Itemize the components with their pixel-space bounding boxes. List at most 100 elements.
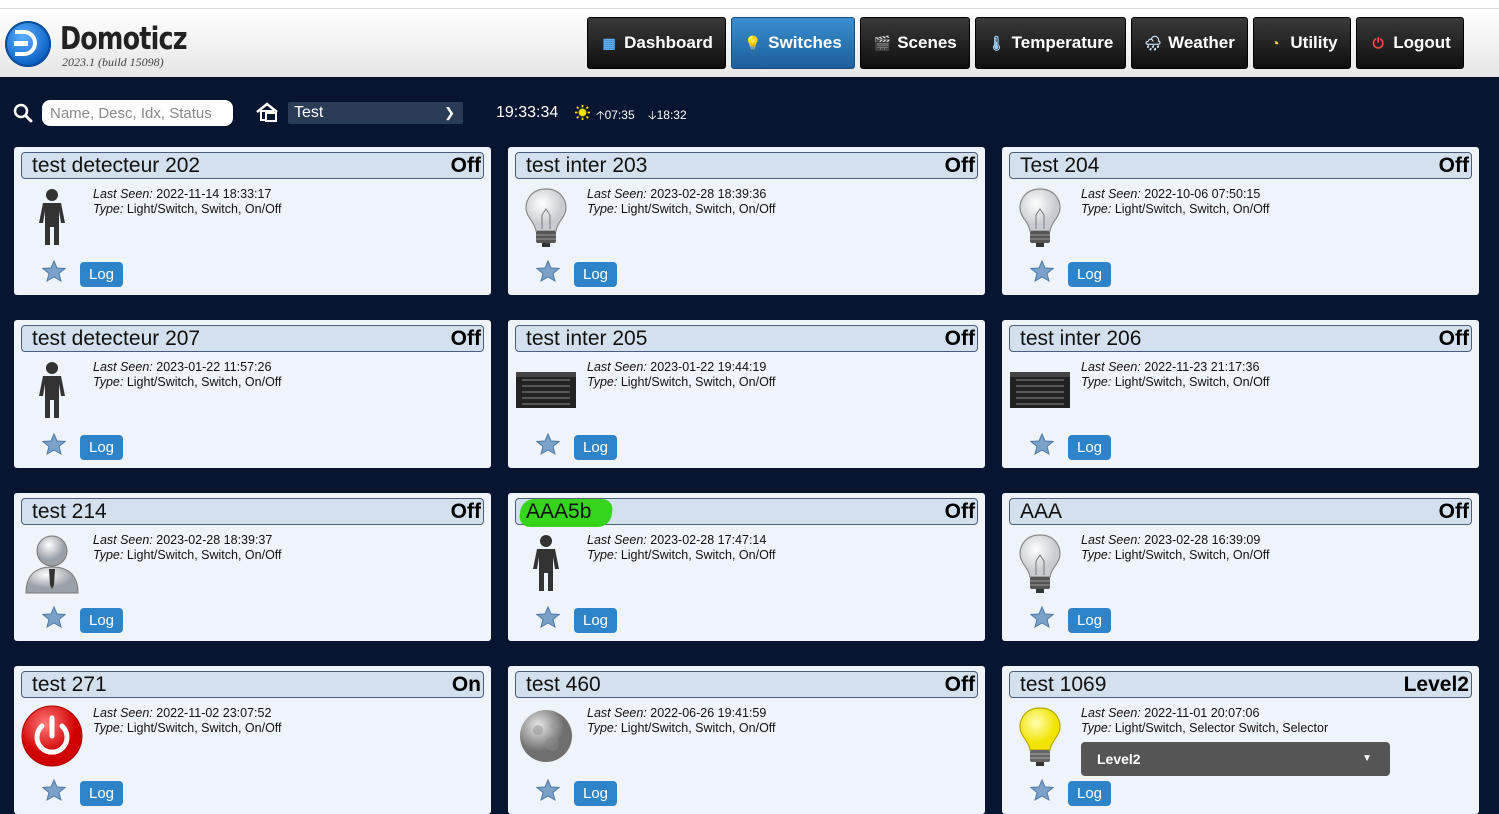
favorite-star-icon[interactable] xyxy=(1029,259,1055,283)
last-seen-label: Last Seen: xyxy=(93,360,153,374)
nav-switches-button[interactable]: 💡 Switches xyxy=(731,17,855,69)
type-value: Light/Switch, Switch, On/Off xyxy=(620,548,776,562)
device-info: Last Seen: 2022-11-23 21:17:36 Type: Ligh… xyxy=(1081,360,1270,390)
favorite-star-icon[interactable] xyxy=(535,259,561,283)
device-card: test 460 Off Last Seen: 2022-06-26 19:41:5… xyxy=(508,666,985,814)
last-seen-label: Last Seen: xyxy=(1081,187,1141,201)
nav-logout-button[interactable]: ⏻ Logout xyxy=(1356,17,1464,69)
favorite-star-icon[interactable] xyxy=(41,778,67,802)
device-name: test 1069 xyxy=(1020,673,1107,696)
log-button[interactable]: Log xyxy=(574,781,617,806)
device-info: Last Seen: 2023-01-22 19:44:19 Type: Ligh… xyxy=(587,360,776,390)
favorite-star-icon[interactable] xyxy=(41,432,67,456)
favorite-star-icon[interactable] xyxy=(41,259,67,283)
log-button[interactable]: Log xyxy=(80,608,123,633)
type-value: Light/Switch, Switch, On/Off xyxy=(620,375,776,389)
device-card: test 214 Off Last Seen: 2023-02-28 18:39:3… xyxy=(14,493,491,641)
shutter-icon[interactable] xyxy=(514,358,578,422)
last-seen-label: Last Seen: xyxy=(587,187,647,201)
type-label: Type: xyxy=(587,202,618,216)
app-name: Domoticz xyxy=(60,21,188,57)
device-name: test inter 205 xyxy=(526,327,648,350)
device-card: test inter 206 Off Last Seen: 2022-11-23 2… xyxy=(1002,320,1479,468)
device-name: AAA5b xyxy=(526,500,592,523)
device-status: Off xyxy=(450,500,481,523)
log-button[interactable]: Log xyxy=(80,262,123,287)
dashboard-icon: ▦ xyxy=(602,35,616,51)
type-value: Light/Switch, Switch, On/Off xyxy=(620,202,776,216)
log-button[interactable]: Log xyxy=(1068,262,1111,287)
room-home-icon[interactable] xyxy=(256,102,278,122)
device-info: Last Seen: 2023-02-28 16:39:09 Type: Ligh… xyxy=(1081,533,1270,563)
device-card: test 1069 Level2 Last Seen: 2022-11-01 20:… xyxy=(1002,666,1479,814)
level-selector[interactable]: Level2 ▼ xyxy=(1081,742,1390,776)
power-icon: ⏻ xyxy=(1372,35,1384,51)
nav-scenes-button[interactable]: 🎬 Scenes xyxy=(860,17,970,69)
favorite-star-icon[interactable] xyxy=(41,605,67,629)
nav-label: Switches xyxy=(768,33,842,52)
device-status: Off xyxy=(944,327,975,350)
favorite-star-icon[interactable] xyxy=(535,432,561,456)
type-value: Light/Switch, Selector Switch, Selector xyxy=(1114,721,1329,735)
last-seen-label: Last Seen: xyxy=(93,533,153,547)
clapperboard-icon: 🎬 xyxy=(873,35,891,51)
device-card: AAA5b Off Last Seen: 2023-02-28 17:47:14 Ty… xyxy=(508,493,985,641)
log-button[interactable]: Log xyxy=(80,435,123,460)
person-icon[interactable] xyxy=(20,358,84,422)
device-status: Off xyxy=(944,154,975,177)
nav-weather-button[interactable]: 🌧 Weather xyxy=(1131,17,1248,69)
device-status: Off xyxy=(1438,154,1469,177)
type-label: Type: xyxy=(1081,375,1112,389)
last-seen-value: 2023-02-28 18:39:37 xyxy=(156,533,273,547)
favorite-star-icon[interactable] xyxy=(535,605,561,629)
device-info: Last Seen: 2022-11-14 18:33:17 Type: Ligh… xyxy=(93,187,282,217)
device-info: Last Seen: 2023-02-28 17:47:14 Type: Ligh… xyxy=(587,533,776,563)
log-button[interactable]: Log xyxy=(574,262,617,287)
favorite-star-icon[interactable] xyxy=(1029,605,1055,629)
last-seen-value: 2023-01-22 19:44:19 xyxy=(650,360,767,374)
shutter-icon[interactable] xyxy=(1008,358,1072,422)
last-seen-value: 2022-11-14 18:33:17 xyxy=(156,187,272,201)
person-icon[interactable] xyxy=(514,531,578,595)
bulb-off-icon[interactable] xyxy=(514,185,578,249)
moon-icon[interactable] xyxy=(514,704,578,768)
device-title-bar: Test 204 Off xyxy=(1009,152,1472,179)
favorite-star-icon[interactable] xyxy=(1029,778,1055,802)
log-button[interactable]: Log xyxy=(1068,608,1111,633)
type-value: Light/Switch, Switch, On/Off xyxy=(1114,548,1270,562)
type-label: Type: xyxy=(1081,721,1112,735)
log-button[interactable]: Log xyxy=(1068,781,1111,806)
domoticz-logo-icon[interactable] xyxy=(5,21,51,67)
device-card: AAA Off Last Seen: 2023-02-28 16:39:09 Type… xyxy=(1002,493,1479,641)
bulb-off-icon[interactable] xyxy=(1008,531,1072,595)
nav-utility-button[interactable]: ◔ Utility xyxy=(1253,17,1351,69)
last-seen-label: Last Seen: xyxy=(587,706,647,720)
device-title-bar: AAA5b Off xyxy=(515,498,978,527)
device-title-bar: AAA Off xyxy=(1009,498,1472,525)
device-status: Off xyxy=(450,327,481,350)
nav-temperature-button[interactable]: 🌡 Temperature xyxy=(975,17,1126,69)
log-button[interactable]: Log xyxy=(1068,435,1111,460)
nav-label: Temperature xyxy=(1011,33,1114,52)
favorite-star-icon[interactable] xyxy=(535,778,561,802)
favorite-star-icon[interactable] xyxy=(1029,432,1055,456)
device-name: test detecteur 202 xyxy=(32,154,201,177)
device-title-bar: test inter 206 Off xyxy=(1009,325,1472,352)
search-input[interactable] xyxy=(42,100,233,126)
device-info: Last Seen: 2023-02-28 18:39:36 Type: Ligh… xyxy=(587,187,776,217)
search-icon xyxy=(13,103,33,123)
device-status: Off xyxy=(944,500,975,523)
cloud-rain-icon: 🌧 xyxy=(1144,35,1162,51)
bulb-off-icon[interactable] xyxy=(1008,185,1072,249)
device-info: Last Seen: 2022-10-06 07:50:15 Type: Ligh… xyxy=(1081,187,1270,217)
power-button-icon[interactable] xyxy=(20,704,84,768)
last-seen-value: 2023-02-28 16:39:09 xyxy=(1144,533,1261,547)
user-avatar-icon[interactable] xyxy=(20,531,84,595)
room-select[interactable]: Test ❯ xyxy=(288,102,463,124)
log-button[interactable]: Log xyxy=(574,435,617,460)
log-button[interactable]: Log xyxy=(574,608,617,633)
person-icon[interactable] xyxy=(20,185,84,249)
bulb-on-icon[interactable] xyxy=(1008,704,1072,768)
nav-dashboard-button[interactable]: ▦ Dashboard xyxy=(587,17,726,69)
log-button[interactable]: Log xyxy=(80,781,123,806)
